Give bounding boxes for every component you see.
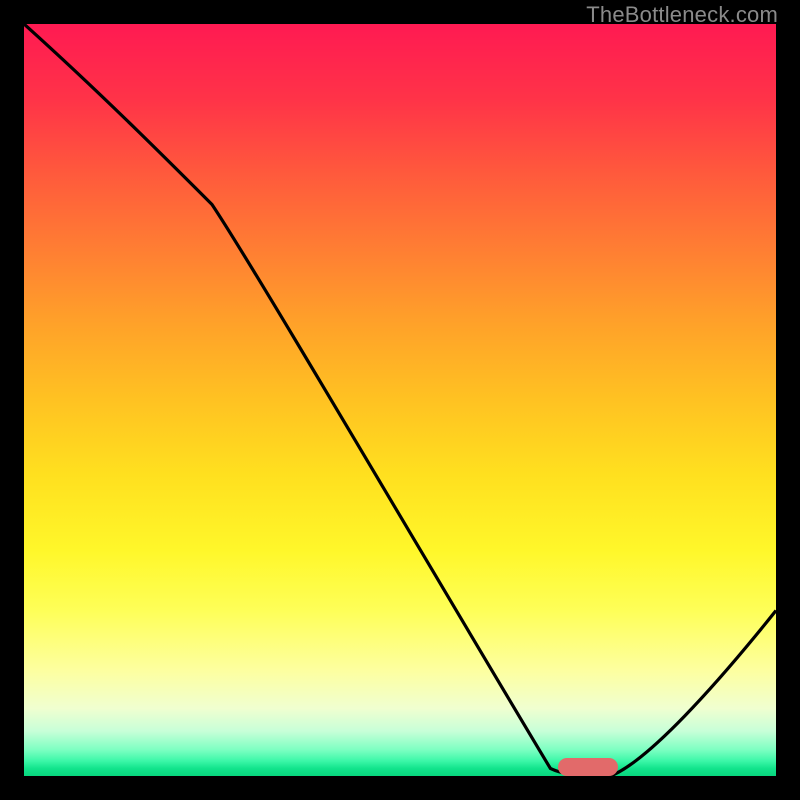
chart-frame: TheBottleneck.com <box>0 0 800 800</box>
plot-area <box>24 24 776 776</box>
bottleneck-curve <box>24 24 776 776</box>
watermark-text: TheBottleneck.com <box>586 2 778 28</box>
optimal-range-marker <box>558 758 618 776</box>
